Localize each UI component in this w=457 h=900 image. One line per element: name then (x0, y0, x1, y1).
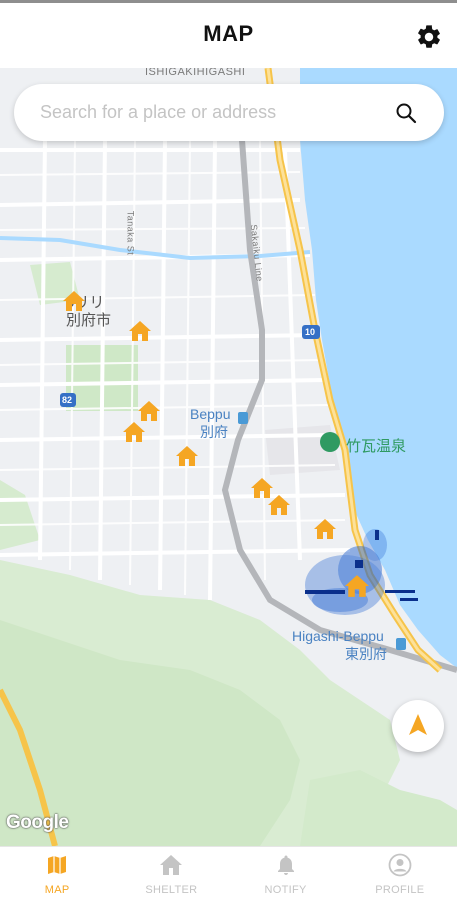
search-bar (14, 84, 444, 141)
house-icon (160, 855, 183, 875)
map-base (0, 68, 457, 846)
user-icon (388, 853, 412, 877)
district-label: ISHIGAKIHIGASHI (145, 68, 246, 78)
route-10-label: 10 (305, 327, 316, 337)
nav-item-profile[interactable]: PROFILE (343, 847, 457, 900)
nav-item-shelter[interactable]: SHELTER (114, 847, 228, 900)
beppu-station-label-en: Beppu (190, 406, 231, 422)
nav-item-map[interactable]: MAP (0, 847, 114, 900)
search-input[interactable] (40, 84, 390, 141)
page-title: MAP (203, 21, 254, 46)
nav-label-map: MAP (44, 884, 70, 896)
header-bar: MAP (0, 0, 457, 68)
bell-icon (277, 855, 294, 875)
settings-button[interactable] (415, 23, 443, 51)
shelter-marker[interactable] (137, 400, 161, 422)
beppu-station-label-jp: 別府 (200, 424, 228, 440)
nav-label-shelter: SHELTER (145, 884, 198, 896)
shelter-marker[interactable] (267, 494, 291, 516)
search-icon[interactable] (394, 101, 418, 125)
gear-icon (418, 25, 440, 48)
shelter-marker[interactable] (343, 574, 371, 598)
my-location-button[interactable] (392, 700, 444, 752)
map-view[interactable]: ISHIGAKIHIGASHI Tanaka St Sakaiku Line 1… (0, 68, 457, 846)
map-icon (48, 856, 67, 874)
higashi-beppu-label-en: Higashi-Beppu (292, 628, 384, 644)
app-root: MAP ISHIGAKIHIGASHI Tanaka St Sakaiku Li… (0, 0, 457, 900)
shelter-marker[interactable] (122, 421, 146, 443)
city-label-b: 別府市 (66, 312, 112, 329)
nav-item-notify[interactable]: NOTIFY (229, 847, 343, 900)
shelter-marker[interactable] (62, 290, 86, 312)
shelter-marker[interactable] (175, 445, 199, 467)
bottom-navigation: MAP SHELTER NOTIFY PROFILE (0, 846, 457, 900)
shelter-marker[interactable] (313, 518, 337, 540)
nav-label-notify: NOTIFY (264, 884, 307, 896)
route-82-label: 82 (62, 395, 73, 405)
hot-spring-label: 竹瓦温泉 (346, 438, 407, 455)
street-label-tanaka: Tanaka St (125, 210, 136, 256)
higashi-beppu-label-jp: 東別府 (345, 646, 387, 662)
google-attribution: Google (6, 812, 69, 833)
nav-label-profile: PROFILE (375, 884, 425, 896)
navigation-arrow-icon (409, 714, 427, 735)
shelter-marker[interactable] (128, 320, 152, 342)
